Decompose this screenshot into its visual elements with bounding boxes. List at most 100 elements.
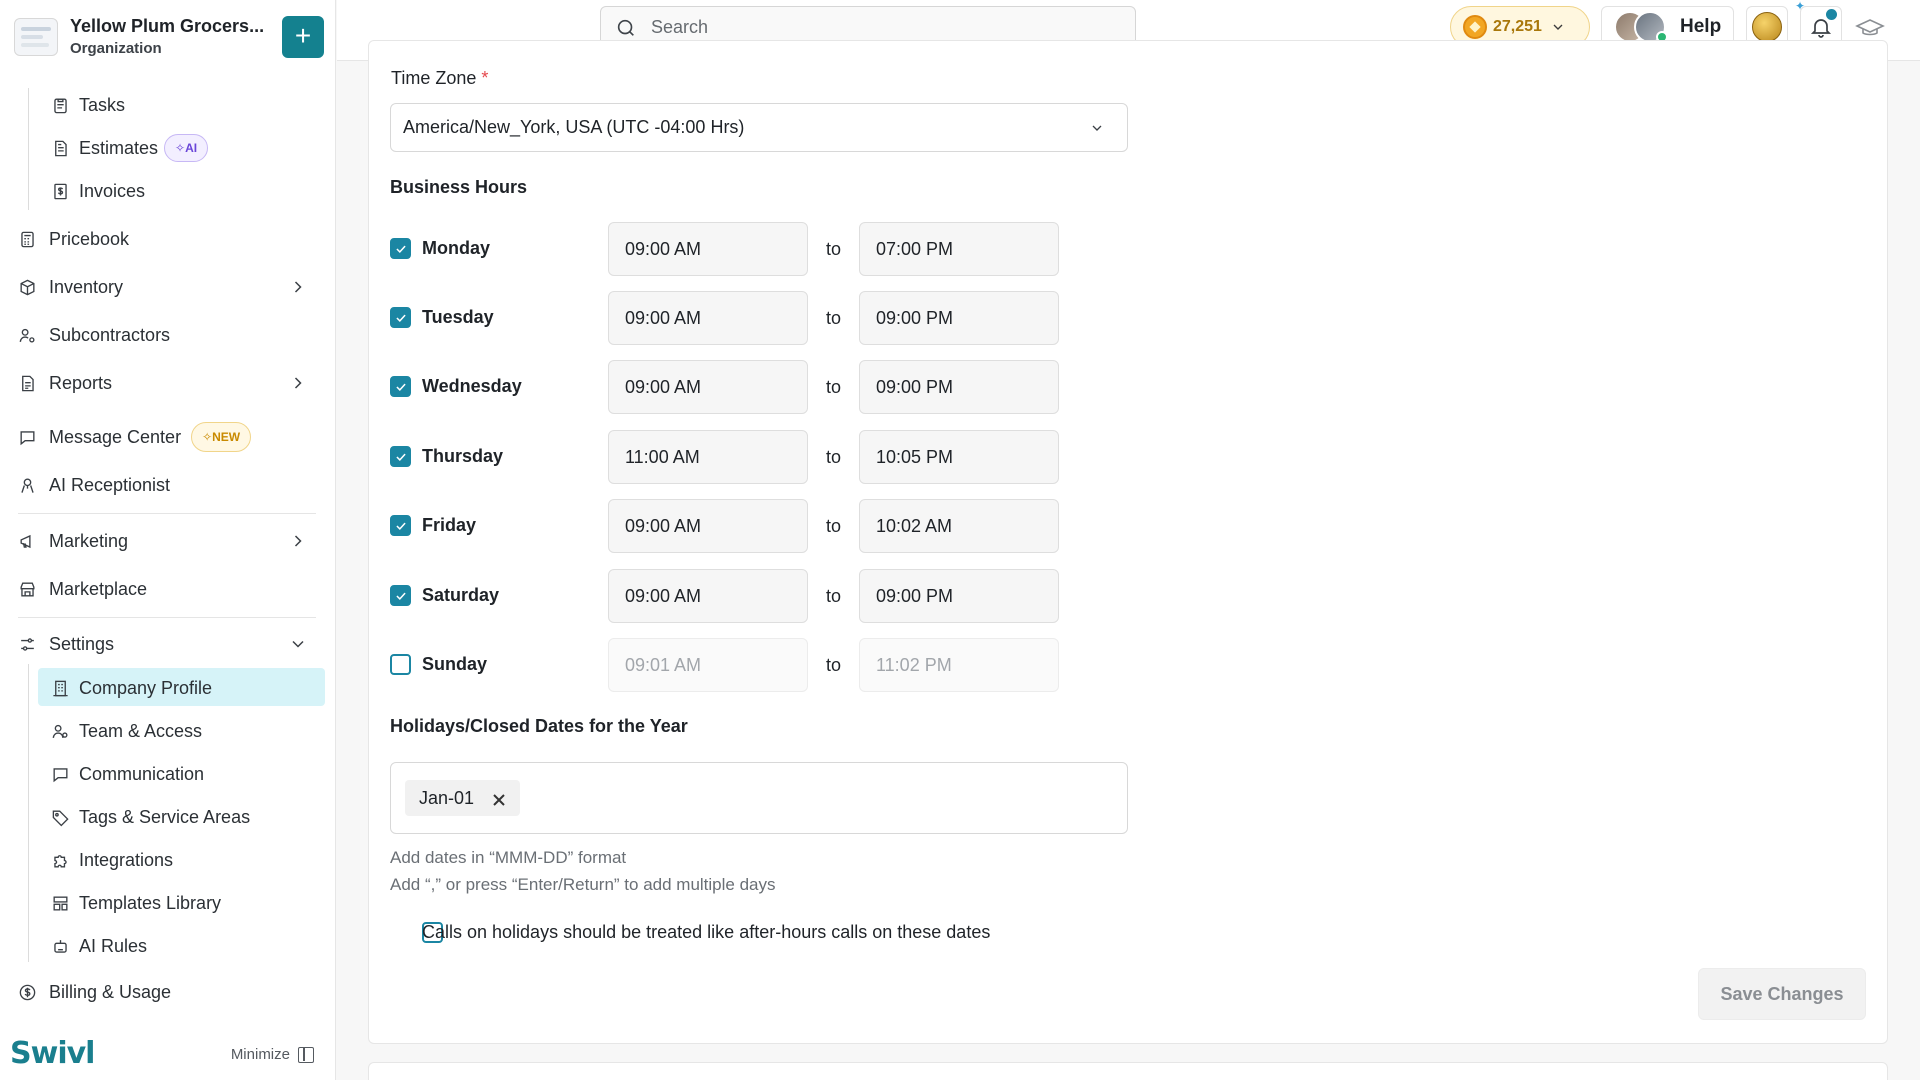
sidebar-item-reports[interactable]: Reports bbox=[0, 363, 336, 403]
sidebar-item-label: Team & Access bbox=[79, 720, 203, 741]
day-checkbox[interactable] bbox=[390, 654, 411, 675]
org-name[interactable]: Yellow Plum Grocers... bbox=[70, 16, 270, 37]
end-time-field[interactable]: 10:05 PM bbox=[859, 430, 1059, 484]
end-time-field[interactable]: 09:00 PM bbox=[859, 569, 1059, 623]
day-checkbox[interactable] bbox=[390, 446, 411, 467]
receptionist-icon bbox=[17, 475, 37, 495]
sidebar-item-inventory[interactable]: Inventory bbox=[0, 267, 336, 307]
sidebar-footer: Swivl Minimize bbox=[0, 1020, 336, 1080]
holiday-calls-label: Calls on holidays should be treated like… bbox=[422, 922, 991, 942]
day-row-thursday: Thursday 11:00 AM to 10:05 PM bbox=[390, 430, 1070, 484]
minimize-button[interactable]: Minimize bbox=[231, 1046, 314, 1063]
chat-icon bbox=[50, 764, 70, 784]
user-gear-icon bbox=[17, 325, 37, 345]
next-section-card bbox=[368, 1062, 1888, 1080]
day-name: Saturday bbox=[422, 585, 500, 605]
holiday-chip: Jan-01 bbox=[405, 780, 521, 816]
day-checkbox[interactable] bbox=[390, 585, 411, 606]
check-icon bbox=[396, 314, 406, 323]
brand-logo: Swivl bbox=[10, 1036, 95, 1071]
chevron-right-icon bbox=[288, 373, 308, 393]
sidebar-item-integrations[interactable]: Integrations bbox=[0, 840, 336, 880]
holidays-input[interactable]: Jan-01 bbox=[390, 762, 1128, 834]
sidebar-item-estimates[interactable]: Estimates ✧ AI bbox=[0, 128, 336, 168]
day-checkbox[interactable] bbox=[390, 307, 411, 328]
credits-value: 27,251 bbox=[1493, 18, 1542, 35]
clipboard-icon bbox=[50, 95, 70, 115]
sidebar-item-marketing[interactable]: Marketing bbox=[0, 521, 336, 561]
day-checkbox[interactable] bbox=[390, 376, 411, 397]
start-time-field[interactable]: 09:00 AM bbox=[608, 360, 808, 414]
check-icon bbox=[396, 383, 406, 392]
holidays-title: Holidays/Closed Dates for the Year bbox=[390, 716, 688, 736]
to-label: to bbox=[826, 447, 842, 467]
start-time-field[interactable]: 09:00 AM bbox=[608, 499, 808, 553]
end-time-field[interactable]: 09:00 PM bbox=[859, 291, 1059, 345]
sidebar-item-marketplace[interactable]: Marketplace bbox=[0, 569, 336, 609]
invoice-icon bbox=[50, 181, 70, 201]
sidebar-item-ai-rules[interactable]: AI Rules bbox=[0, 926, 336, 966]
sidebar-item-subcontractors[interactable]: Subcontractors bbox=[0, 315, 336, 355]
holidays-hint-format: Add dates in “MMM-DD” format bbox=[390, 848, 627, 867]
to-label: to bbox=[826, 655, 842, 675]
to-label: to bbox=[826, 516, 842, 536]
day-row-monday: Monday 09:00 AM to 07:00 PM bbox=[390, 222, 1070, 276]
add-button[interactable]: + bbox=[282, 16, 324, 58]
sidebar-item-label: Invoices bbox=[79, 180, 146, 201]
end-time-field[interactable]: 10:02 AM bbox=[859, 499, 1059, 553]
sidebar-item-label: Estimates bbox=[79, 137, 159, 158]
sidebar-item-settings[interactable]: Settings bbox=[0, 624, 336, 664]
to-label: to bbox=[826, 239, 842, 259]
chevron-down-icon bbox=[288, 634, 308, 654]
sidebar-item-label: Templates Library bbox=[79, 892, 222, 913]
sidebar-item-company-profile[interactable]: Company Profile bbox=[0, 668, 336, 708]
ai-badge: ✧ AI bbox=[164, 134, 209, 162]
start-time-field[interactable]: 09:00 AM bbox=[608, 222, 808, 276]
building-icon bbox=[50, 678, 70, 698]
end-time-field[interactable]: 07:00 PM bbox=[859, 222, 1059, 276]
close-icon[interactable] bbox=[492, 791, 506, 806]
to-label: to bbox=[826, 377, 842, 397]
document-icon bbox=[50, 138, 70, 158]
end-time-field[interactable]: 11:02 PM bbox=[859, 638, 1059, 692]
check-icon bbox=[396, 453, 406, 462]
check-icon bbox=[396, 592, 406, 601]
business-hours-title: Business Hours bbox=[390, 177, 528, 197]
org-header[interactable]: Yellow Plum Grocers... Organization + bbox=[0, 0, 336, 72]
save-changes-button[interactable]: Save Changes bbox=[1698, 968, 1866, 1020]
sidebar: Yellow Plum Grocers... Organization + Ta… bbox=[0, 0, 336, 1080]
sidebar-item-billing-usage[interactable]: Billing & Usage bbox=[0, 972, 336, 1012]
sidebar-item-tags-service-areas[interactable]: Tags & Service Areas bbox=[0, 797, 336, 837]
sidebar-item-label: AI Receptionist bbox=[49, 474, 171, 495]
new-badge: ✧ NEW bbox=[191, 422, 252, 452]
graduation-cap-icon[interactable] bbox=[1855, 14, 1885, 38]
day-checkbox[interactable] bbox=[390, 238, 411, 259]
day-name: Thursday bbox=[422, 446, 504, 466]
start-time-field[interactable]: 11:00 AM bbox=[608, 430, 808, 484]
sidebar-item-invoices[interactable]: Invoices bbox=[0, 171, 336, 211]
sidebar-item-pricebook[interactable]: Pricebook bbox=[0, 219, 336, 259]
timezone-label-text: Time Zone bbox=[391, 68, 477, 88]
sparkle-icon: ✦ bbox=[1795, 0, 1806, 13]
sidebar-item-label: Tasks bbox=[79, 94, 126, 115]
sidebar-item-label: AI Rules bbox=[79, 935, 148, 956]
sidebar-item-communication[interactable]: Communication bbox=[0, 754, 336, 794]
chevron-down-icon bbox=[1089, 120, 1105, 136]
sidebar-item-team-access[interactable]: Team & Access bbox=[0, 711, 336, 751]
search-input[interactable] bbox=[651, 17, 1091, 38]
sidebar-item-tasks[interactable]: Tasks bbox=[0, 85, 336, 125]
sidebar-item-label: Billing & Usage bbox=[49, 981, 172, 1002]
sidebar-item-ai-receptionist[interactable]: AI Receptionist bbox=[0, 465, 336, 505]
start-time-field[interactable]: 09:01 AM bbox=[608, 638, 808, 692]
day-row-friday: Friday 09:00 AM to 10:02 AM bbox=[390, 499, 1070, 553]
day-checkbox[interactable] bbox=[390, 515, 411, 536]
day-name: Tuesday bbox=[422, 307, 494, 327]
template-icon bbox=[50, 893, 70, 913]
sidebar-item-templates-library[interactable]: Templates Library bbox=[0, 883, 336, 923]
start-time-field[interactable]: 09:00 AM bbox=[608, 291, 808, 345]
timezone-select[interactable]: America/New_York, USA (UTC -04:00 Hrs) bbox=[390, 103, 1128, 152]
end-time-field[interactable]: 09:00 PM bbox=[859, 360, 1059, 414]
sidebar-item-message-center[interactable]: Message Center ✧ NEW bbox=[0, 417, 336, 457]
sidebar-item-label: Tags & Service Areas bbox=[79, 806, 251, 827]
start-time-field[interactable]: 09:00 AM bbox=[608, 569, 808, 623]
